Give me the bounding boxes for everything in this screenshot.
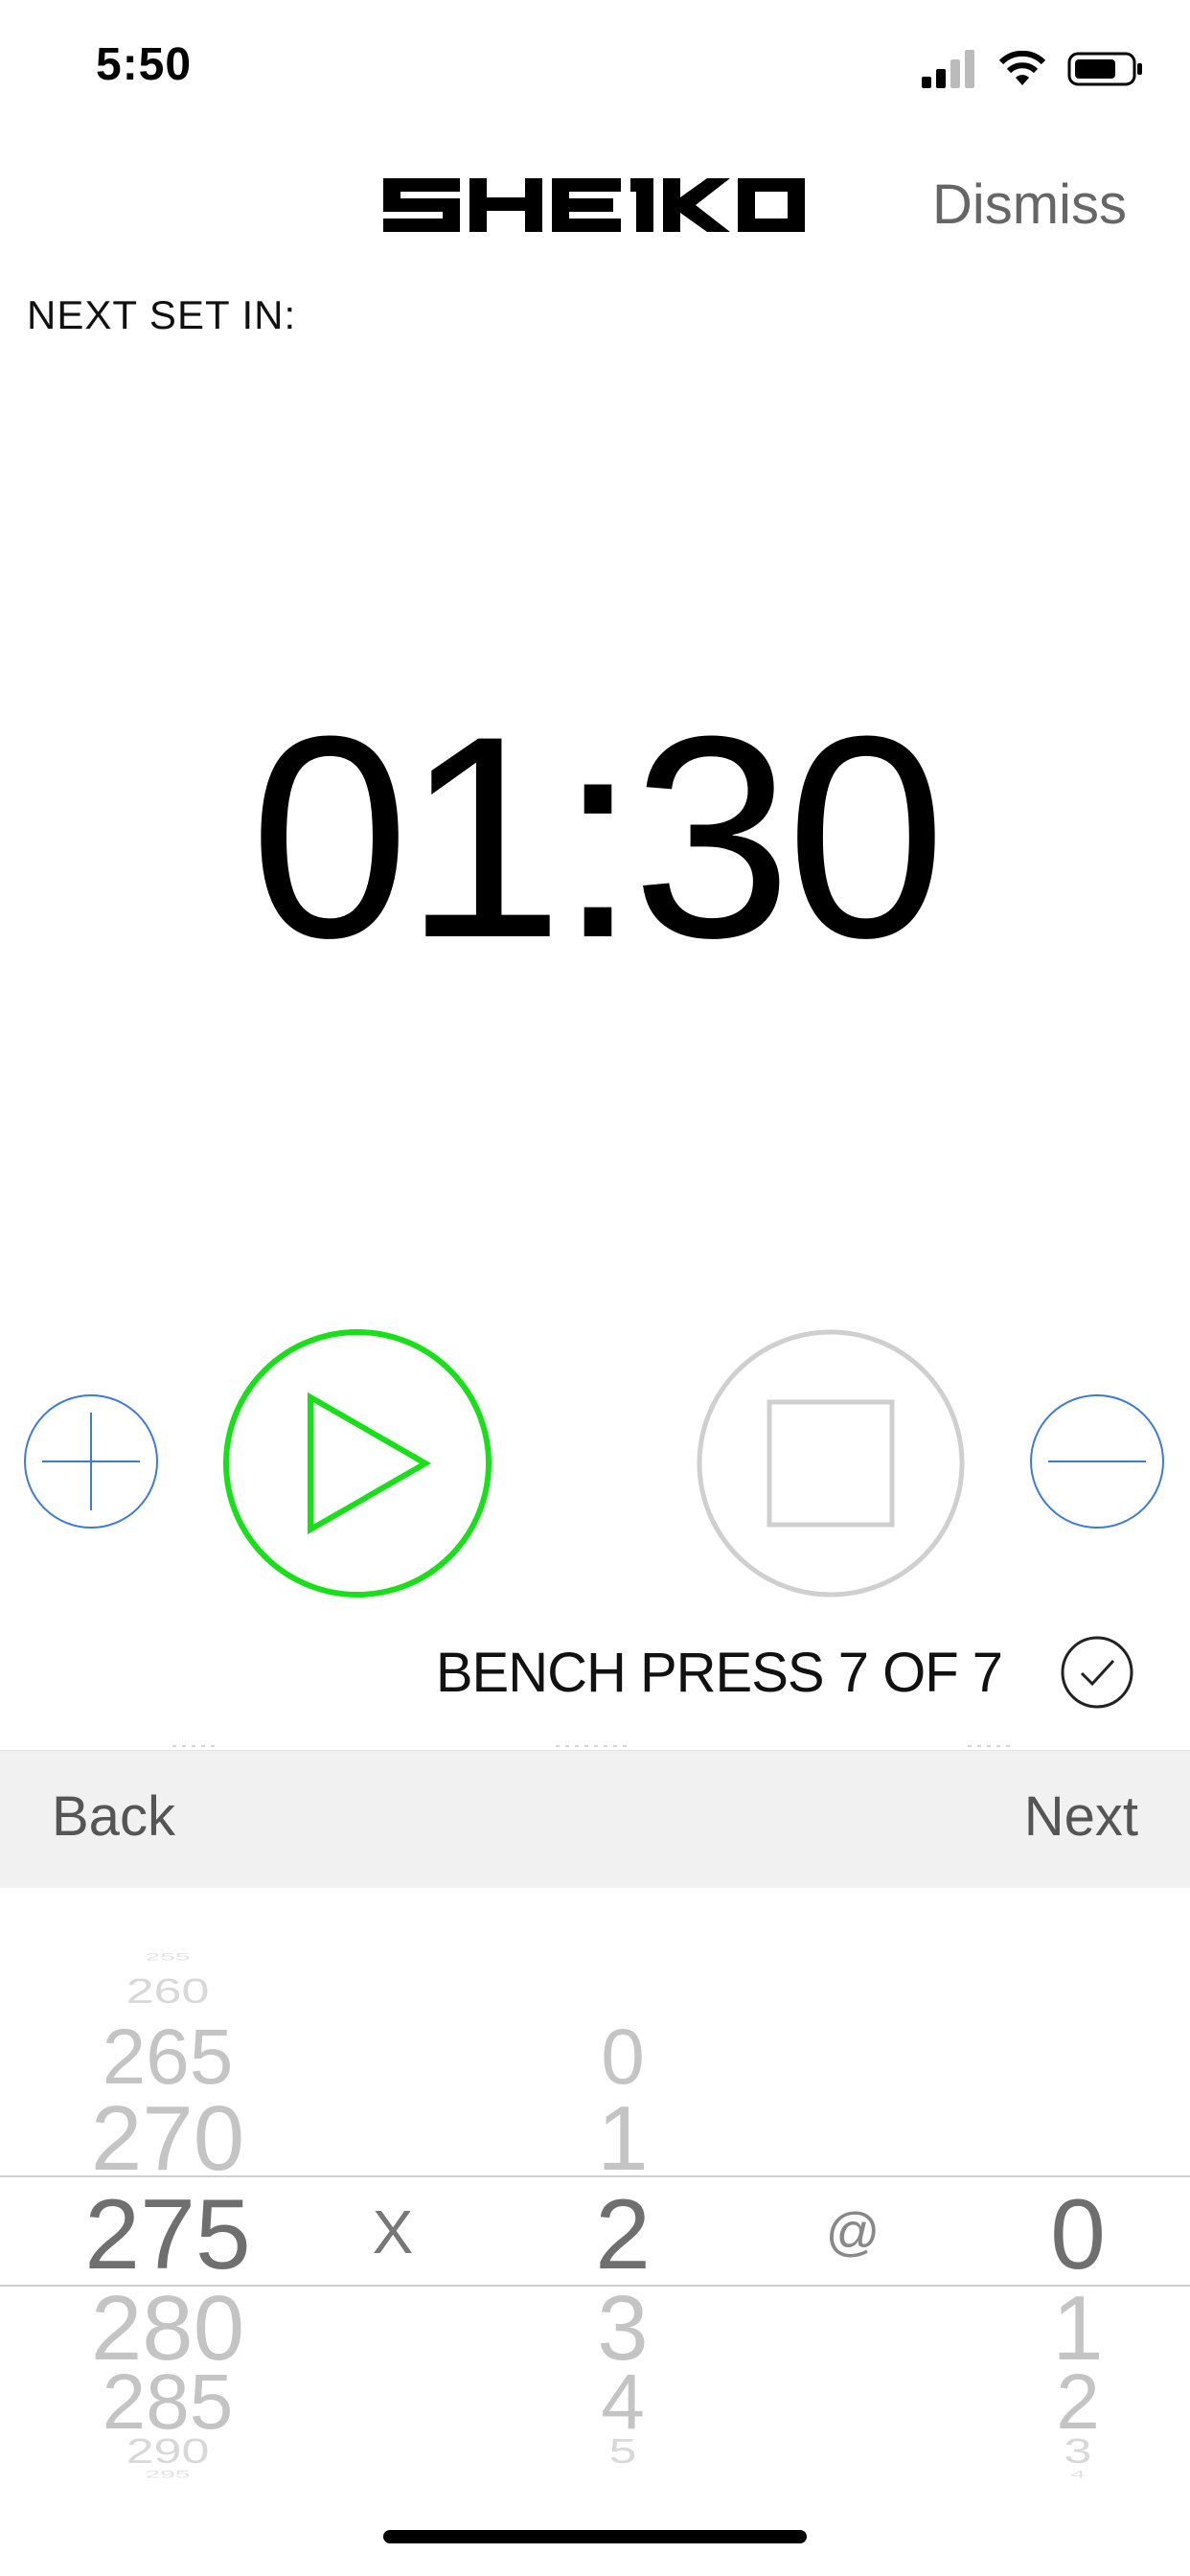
play-icon — [223, 1329, 492, 1598]
next-set-caption: NEXT SET IN: — [27, 292, 297, 337]
rpe-option[interactable]: 3 — [1016, 2434, 1140, 2469]
reps-option-selected[interactable]: 2 — [556, 2185, 690, 2285]
next-button[interactable]: Next — [1024, 1784, 1138, 1849]
weight-option[interactable]: 295 — [57, 2469, 278, 2479]
complete-set-button[interactable] — [1060, 1635, 1134, 1714]
signal-icon — [922, 50, 974, 88]
weight-wheel[interactable]: 255 260 265 270 275 280 285 290 295 — [57, 1888, 278, 2520]
weight-option-selected[interactable]: 275 — [57, 2185, 278, 2285]
weight-option[interactable]: 290 — [57, 2434, 278, 2469]
decrease-time-button[interactable] — [1029, 1393, 1165, 1530]
times-separator: X — [372, 2197, 414, 2266]
status-icons — [922, 50, 1144, 88]
dismiss-button[interactable]: Dismiss — [932, 172, 1127, 237]
reps-option[interactable]: 5 — [556, 2434, 690, 2469]
battery-icon — [1067, 52, 1142, 86]
status-time: 5:50 — [96, 39, 193, 90]
countdown-timer: 01:30 — [249, 676, 947, 998]
sheiko-logo — [383, 178, 805, 232]
weight-option[interactable]: 270 — [57, 2093, 278, 2185]
weight-option[interactable]: 285 — [57, 2363, 278, 2442]
set-picker[interactable]: 255 260 265 270 275 280 285 290 295 X 0 … — [0, 1888, 1190, 2520]
rpe-option-selected[interactable]: 0 — [1016, 2185, 1140, 2285]
weight-option[interactable]: 255 — [57, 1951, 278, 1962]
checkmark-icon — [1061, 1636, 1133, 1709]
stop-icon — [697, 1329, 965, 1598]
home-indicator[interactable] — [383, 2530, 807, 2543]
reps-wheel[interactable]: 0 1 2 3 4 5 — [556, 1888, 690, 2520]
start-timer-button[interactable] — [222, 1328, 492, 1598]
weight-option[interactable]: 265 — [57, 2018, 278, 2097]
reps-option[interactable]: 0 — [556, 2018, 690, 2097]
plus-icon — [24, 1394, 158, 1529]
rpe-option[interactable]: 2 — [1016, 2363, 1140, 2442]
stop-timer-button[interactable] — [696, 1328, 966, 1598]
reps-option[interactable]: 4 — [556, 2363, 690, 2442]
back-button[interactable]: Back — [52, 1784, 175, 1849]
weight-option[interactable]: 260 — [57, 1974, 278, 2009]
rpe-option[interactable]: 4 — [1016, 2469, 1140, 2479]
increase-time-button[interactable] — [23, 1393, 159, 1530]
minus-icon — [1030, 1394, 1164, 1529]
reps-option[interactable]: 1 — [556, 2093, 690, 2185]
exercise-progress-label: BENCH PRESS 7 OF 7 — [435, 1642, 1003, 1704]
at-separator: @ — [825, 2201, 881, 2262]
picker-toolbar — [0, 1750, 1190, 1889]
rpe-wheel[interactable]: 0 1 2 3 4 — [1016, 1888, 1140, 2520]
wifi-icon — [998, 51, 1046, 85]
